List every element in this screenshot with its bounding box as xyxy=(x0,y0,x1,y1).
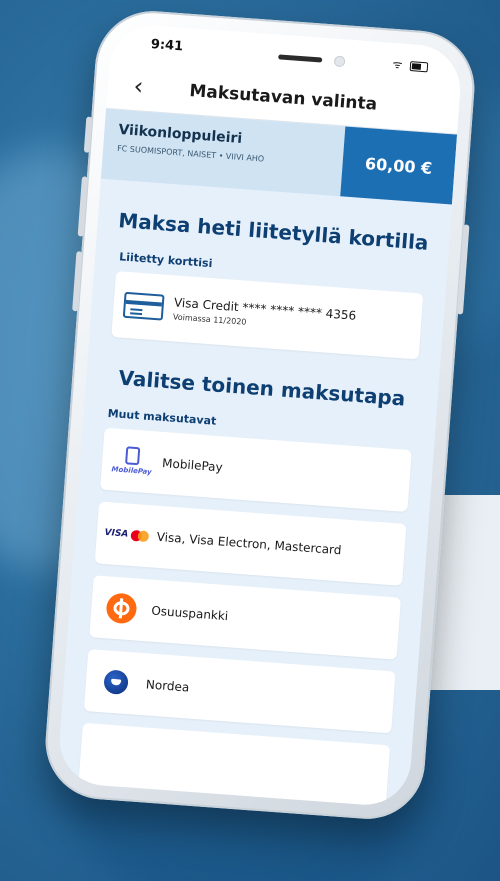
linked-card-details: Visa Credit **** **** **** 4356 Voimassa… xyxy=(173,295,357,334)
phone-frame: 9:41 ᯤ ‹ Maksutavan valinta Viikonloppul… xyxy=(41,7,479,823)
visa-logo-text: VISA xyxy=(104,527,129,540)
mobilepay-logo-text: MobilePay xyxy=(111,465,152,477)
visa-mastercard-icon: VISA xyxy=(104,527,150,542)
payment-method-label: MobilePay xyxy=(161,455,224,475)
status-icons: ᯤ xyxy=(392,57,429,75)
mastercard-icon xyxy=(130,529,150,542)
method-icon-wrap: VISA xyxy=(97,527,158,542)
payment-method-cards[interactable]: VISA Visa, Visa Electron, Mastercard xyxy=(94,501,407,586)
status-time: 9:41 xyxy=(150,37,184,55)
mobilepay-icon: MobilePay xyxy=(111,445,153,476)
battery-icon xyxy=(409,61,429,73)
payment-method-label: Osuuspankki xyxy=(150,603,229,624)
method-icon-wrap: MobilePay xyxy=(101,445,163,477)
linked-card-option[interactable]: Visa Credit **** **** **** 4356 Voimassa… xyxy=(111,271,424,360)
osuuspankki-icon xyxy=(105,592,138,625)
method-icon-wrap xyxy=(90,591,152,625)
payment-method-nordea[interactable]: Nordea xyxy=(83,649,396,734)
order-amount: 60,00 € xyxy=(340,126,458,205)
wifi-icon: ᯤ xyxy=(392,57,405,72)
nordea-icon xyxy=(103,669,129,696)
card-icon-wrap xyxy=(113,291,175,321)
payment-method-partial[interactable] xyxy=(78,722,391,808)
linked-card-heading: Maksa heti liitetyllä kortilla xyxy=(117,208,430,255)
phone-screen: 9:41 ᯤ ‹ Maksutavan valinta Viikonloppul… xyxy=(56,22,464,808)
method-icon-wrap xyxy=(85,668,147,696)
scene: 9:41 ᯤ ‹ Maksutavan valinta Viikonloppul… xyxy=(0,0,500,881)
speaker-grille xyxy=(278,54,323,63)
credit-card-icon xyxy=(122,291,165,321)
payment-method-label: Nordea xyxy=(145,677,190,695)
payment-method-label: Visa, Visa Electron, Mastercard xyxy=(156,529,342,558)
payment-method-mobilepay[interactable]: MobilePay MobilePay xyxy=(100,427,412,513)
mobilepay-phone-glyph xyxy=(125,446,141,466)
payment-method-osuuspankki[interactable]: Osuuspankki xyxy=(89,575,401,660)
front-camera xyxy=(333,55,346,68)
mute-switch xyxy=(83,116,93,153)
other-methods-heading: Valitse toinen maksutapa xyxy=(117,365,407,411)
